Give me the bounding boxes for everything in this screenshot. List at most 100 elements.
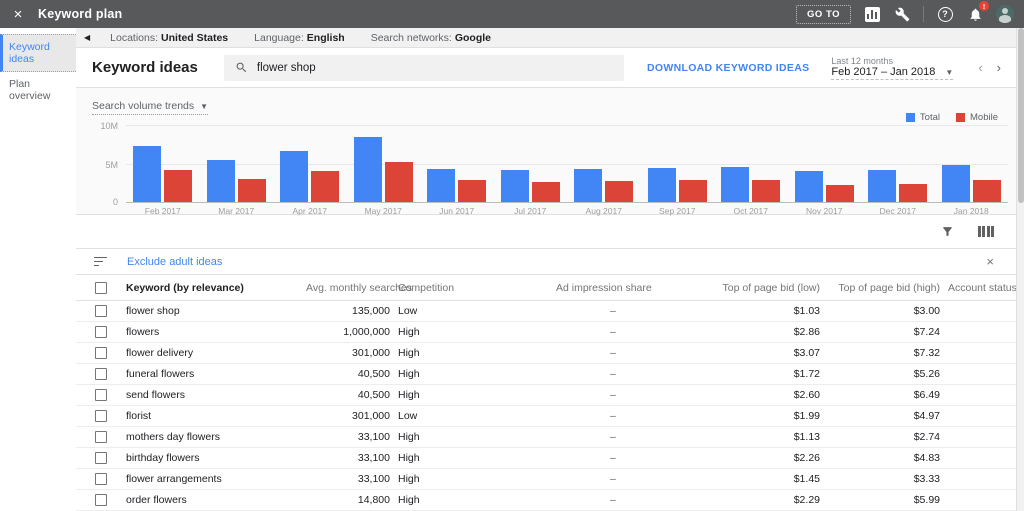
- sidebar-item-keyword-ideas[interactable]: Keyword ideas: [0, 34, 76, 72]
- go-to-button[interactable]: GO TO: [796, 4, 851, 24]
- row-checkbox[interactable]: [95, 389, 107, 401]
- scrollbar-thumb[interactable]: [1018, 28, 1024, 203]
- keyword-search-input[interactable]: flower shop: [223, 54, 624, 81]
- bar-chart-icon: [864, 6, 880, 22]
- table-row[interactable]: flowers 1,000,000 High – $2.86 $7.24: [76, 322, 1024, 343]
- setting-search-networks[interactable]: Search networks: Google: [371, 32, 491, 44]
- bar-mobile-sep-2017[interactable]: [678, 180, 707, 202]
- range-prev-button[interactable]: ‹: [971, 60, 989, 75]
- table-row[interactable]: send flowers 40,500 High – $2.60 $6.49: [76, 385, 1024, 406]
- bar-total-dec-2017[interactable]: [868, 169, 897, 202]
- cell-competition: High: [398, 452, 420, 464]
- column-header-ad-impression-share[interactable]: Ad impression share: [556, 282, 706, 294]
- sidebar-item-plan-overview[interactable]: Plan overview: [0, 72, 76, 108]
- legend-item-mobile[interactable]: Mobile: [956, 112, 998, 123]
- cell-keyword[interactable]: flower arrangements: [126, 473, 306, 485]
- bar-total-jul-2017[interactable]: [500, 170, 529, 202]
- legend-swatch-mobile: [956, 113, 965, 122]
- table-row[interactable]: mothers day flowers 33,100 High – $1.13 $2.74: [76, 427, 1024, 448]
- cell-keyword[interactable]: florist: [126, 410, 306, 422]
- column-header-account-status[interactable]: Account status: [948, 282, 1024, 294]
- bar-mobile-jan-2018[interactable]: [972, 179, 1001, 202]
- row-checkbox[interactable]: [95, 326, 107, 338]
- column-header-top-of-page-bid-high[interactable]: Top of page bid (high): [828, 282, 948, 294]
- bar-total-aug-2017[interactable]: [574, 168, 603, 202]
- row-checkbox[interactable]: [95, 452, 107, 464]
- bar-mobile-jun-2017[interactable]: [458, 180, 487, 202]
- download-keyword-ideas-link[interactable]: DOWNLOAD KEYWORD IDEAS: [647, 62, 809, 74]
- bar-total-mar-2017[interactable]: [206, 160, 235, 202]
- bar-mobile-may-2017[interactable]: [384, 161, 413, 202]
- bar-mobile-apr-2017[interactable]: [311, 171, 340, 202]
- bar-total-feb-2017[interactable]: [133, 145, 162, 202]
- filter-list-icon[interactable]: [94, 256, 107, 267]
- bar-mobile-oct-2017[interactable]: [752, 180, 781, 202]
- close-icon[interactable]: ×: [10, 7, 26, 22]
- row-checkbox[interactable]: [95, 305, 107, 317]
- bar-mobile-feb-2017[interactable]: [164, 169, 193, 202]
- account-button[interactable]: [996, 5, 1014, 23]
- cell-competition: High: [398, 431, 420, 443]
- search-volume-trends-dropdown[interactable]: Search volume trends ▼: [92, 100, 209, 115]
- table-row[interactable]: funeral flowers 40,500 High – $1.72 $5.26: [76, 364, 1024, 385]
- table-row[interactable]: flower delivery 301,000 High – $3.07 $7.32: [76, 343, 1024, 364]
- select-all-checkbox[interactable]: [95, 281, 107, 294]
- table-row[interactable]: birthday flowers 33,100 High – $2.26 $4.83: [76, 448, 1024, 469]
- legend-item-total[interactable]: Total: [905, 112, 940, 123]
- cell-competition: High: [398, 389, 420, 401]
- bar-mobile-dec-2017[interactable]: [899, 184, 928, 202]
- bar-total-apr-2017[interactable]: [280, 151, 309, 202]
- notifications-button[interactable]: !: [966, 1, 989, 23]
- bar-mobile-jul-2017[interactable]: [531, 181, 560, 202]
- exclude-adult-ideas-link[interactable]: Exclude adult ideas: [127, 256, 222, 268]
- search-input-value: flower shop: [256, 61, 316, 74]
- cell-keyword[interactable]: birthday flowers: [126, 452, 306, 464]
- cell-keyword[interactable]: flower shop: [126, 305, 306, 317]
- reports-icon[interactable]: [863, 5, 881, 23]
- cell-keyword[interactable]: send flowers: [126, 389, 306, 401]
- filter-funnel-button[interactable]: [941, 225, 954, 238]
- row-checkbox[interactable]: [95, 347, 107, 359]
- bar-total-jan-2018[interactable]: [941, 165, 970, 202]
- row-checkbox[interactable]: [95, 473, 107, 485]
- table-row[interactable]: order flowers 14,800 High – $2.29 $5.99: [76, 490, 1024, 511]
- columns-button[interactable]: [977, 226, 994, 237]
- tools-wrench-icon[interactable]: [893, 5, 911, 23]
- cell-keyword[interactable]: mothers day flowers: [126, 431, 306, 443]
- row-checkbox[interactable]: [95, 410, 107, 422]
- collapse-chevron-icon[interactable]: ◀: [84, 33, 90, 42]
- setting-language[interactable]: Language: English: [254, 32, 345, 44]
- bar-total-sep-2017[interactable]: [647, 168, 676, 202]
- filter-close-icon[interactable]: ×: [986, 254, 1006, 269]
- column-header-avg-monthly-searches[interactable]: Avg. monthly searches: [306, 282, 412, 294]
- table-row[interactable]: florist 301,000 Low – $1.99 $4.97: [76, 406, 1024, 427]
- cell-ad-impression-share: –: [610, 431, 616, 443]
- bar-mobile-aug-2017[interactable]: [605, 181, 634, 202]
- column-header-top-of-page-bid-low[interactable]: Top of page bid (low): [706, 282, 828, 294]
- bar-total-jun-2017[interactable]: [427, 168, 456, 202]
- row-checkbox[interactable]: [95, 494, 107, 506]
- bar-total-may-2017[interactable]: [353, 137, 382, 202]
- column-header-keyword[interactable]: Keyword (by relevance): [126, 282, 306, 294]
- table-row[interactable]: flower arrangements 33,100 High – $1.45 $3.33: [76, 469, 1024, 490]
- setting-locations[interactable]: Locations: United States: [110, 32, 228, 44]
- trends-dropdown-label: Search volume trends: [92, 100, 195, 112]
- column-header-competition[interactable]: Competition: [398, 282, 556, 294]
- shell: Keyword ideas Plan overview ◀ Locations:…: [0, 28, 1024, 511]
- range-next-button[interactable]: ›: [990, 60, 1008, 75]
- date-range-selector[interactable]: Feb 2017 – Jan 2018 ▼: [831, 66, 954, 80]
- cell-keyword[interactable]: funeral flowers: [126, 368, 306, 380]
- table-row[interactable]: flower shop 135,000 Low – $1.03 $3.00: [76, 301, 1024, 322]
- row-checkbox[interactable]: [95, 368, 107, 380]
- bar-total-oct-2017[interactable]: [721, 167, 750, 202]
- cell-keyword[interactable]: flower delivery: [126, 347, 306, 359]
- help-button[interactable]: ?: [936, 5, 954, 23]
- legend-label: Mobile: [970, 112, 998, 123]
- bar-total-nov-2017[interactable]: [794, 171, 823, 202]
- row-checkbox[interactable]: [95, 431, 107, 443]
- cell-keyword[interactable]: order flowers: [126, 494, 306, 506]
- bar-mobile-mar-2017[interactable]: [237, 178, 266, 202]
- cell-keyword[interactable]: flowers: [126, 326, 306, 338]
- bar-group-nov-2017: [788, 125, 862, 202]
- bar-mobile-nov-2017[interactable]: [825, 185, 854, 202]
